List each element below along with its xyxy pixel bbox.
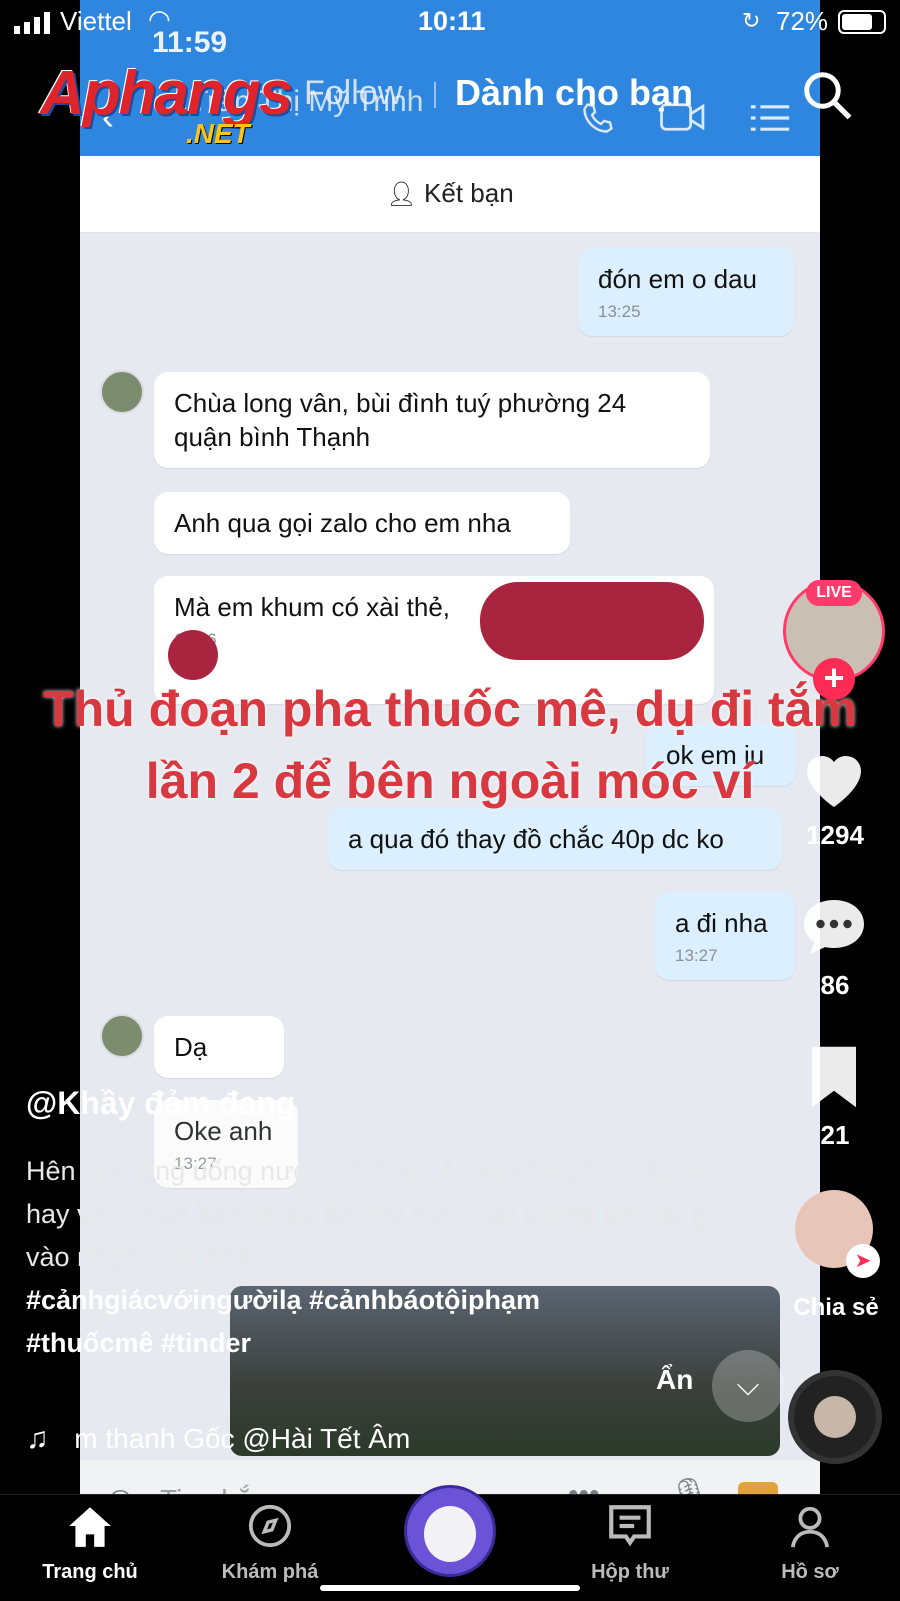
music-note-icon: ♫ xyxy=(26,1422,49,1455)
message-text: a đi nha xyxy=(675,908,768,938)
clock: 10:11 xyxy=(418,6,486,36)
music-title: m thanh Gốc @Hài Tết Âm xyxy=(74,1423,411,1454)
message-bubble: a qua đó thay đồ chắc 40p dc ko xyxy=(328,808,782,870)
hashtags-line[interactable]: #cảnhgiácvớingườilạ #cảnhbáotộiphạm xyxy=(26,1285,540,1315)
comment-count: 86 xyxy=(820,970,850,1000)
wifi-icon: ◠ xyxy=(148,4,171,34)
battery-percent: 72% xyxy=(776,6,829,36)
post-description: Hên là không uống nước nó đưa nên xe vẫn… xyxy=(26,1150,726,1365)
orientation-lock-icon: ↻ xyxy=(742,8,761,33)
bookmark-icon[interactable] xyxy=(806,1044,862,1110)
nav-discover-label: Khám phá xyxy=(221,1561,319,1583)
add-friend-label: 👤︎ Kết bạn xyxy=(80,178,820,209)
message-text: đón em o dau xyxy=(598,264,758,294)
watermark-suffix: .NET xyxy=(186,118,250,149)
message-text: Chùa long vân, bùi đình tuý phường 24 qu… xyxy=(174,388,627,452)
video-overlay-caption: Thủ đoạn pha thuốc mê, dụ đi tắm lần 2 đ… xyxy=(43,681,857,809)
share-arrow-icon[interactable]: ➤ xyxy=(846,1244,880,1278)
message-bubble: a đi nha 13:27 xyxy=(655,892,795,980)
nav-home-label: Trang chủ xyxy=(42,1561,138,1583)
heart-icon[interactable] xyxy=(798,744,870,810)
message-text: Anh qua gọi zalo cho em nha xyxy=(174,508,511,538)
home-icon xyxy=(69,1507,111,1547)
message-time: 13:27 xyxy=(675,946,718,965)
message-bubble: Chùa long vân, bùi đình tuý phường 24 qu… xyxy=(154,372,710,468)
music-disc[interactable] xyxy=(788,1370,882,1464)
status-bar: Viettel ◠ 10:11 ↻ 72% xyxy=(0,0,900,46)
signal-icon xyxy=(14,12,50,34)
hide-label[interactable]: Ẩn xyxy=(656,1364,693,1396)
follow-plus-button[interactable]: + xyxy=(813,658,855,700)
nav-inbox-label: Hộp thư xyxy=(591,1561,669,1583)
save-count: 21 xyxy=(820,1120,850,1150)
message-text: Mà em khum có xài thẻ, xyxy=(174,592,450,622)
music-row[interactable]: ♫ m thanh Gốc @Hài Tết Âm xyxy=(26,1422,410,1456)
tab-following[interactable]: Follow xyxy=(304,74,402,113)
message-time: 13:25 xyxy=(598,302,641,321)
share-label: Chia sẻ xyxy=(793,1294,879,1321)
menu-list-icon xyxy=(750,105,790,131)
search-icon[interactable] xyxy=(800,68,854,122)
create-button[interactable] xyxy=(404,1485,496,1577)
message-bubble: Anh qua gọi zalo cho em nha xyxy=(154,492,570,554)
hashtags-line[interactable]: #thuốcmê #tinder xyxy=(26,1328,251,1358)
home-indicator xyxy=(320,1585,580,1591)
message-text: a qua đó thay đồ chắc 40p dc ko xyxy=(348,824,724,854)
bottom-nav: Trang chủ Khám phá Hộp thư Hồ sơ xyxy=(0,1485,900,1601)
nav-profile[interactable]: Hồ sơ xyxy=(740,1503,880,1584)
message-text: Dạ xyxy=(174,1032,208,1062)
tab-for-you[interactable]: Dành cho bạn xyxy=(455,72,693,114)
nav-profile-label: Hồ sơ xyxy=(781,1561,839,1583)
add-user-icon: 👤︎ xyxy=(386,181,417,208)
nav-discover[interactable]: Khám phá xyxy=(200,1503,340,1584)
compass-icon xyxy=(248,1504,292,1548)
profile-icon xyxy=(790,1506,830,1548)
battery-icon xyxy=(838,10,886,34)
message-bubble: đón em o dau 13:25 xyxy=(578,248,794,336)
tab-divider xyxy=(434,82,436,108)
creator-username[interactable]: @Khầy đảm đang xyxy=(26,1085,295,1122)
sender-avatar[interactable] xyxy=(100,1014,144,1058)
live-badge: LIVE xyxy=(806,580,862,606)
add-friend-text: Kết bạn xyxy=(424,178,514,208)
nav-inbox[interactable]: Hộp thư xyxy=(560,1503,700,1584)
like-count: 1294 xyxy=(806,820,864,850)
redaction-blob xyxy=(480,582,704,660)
message-bubble: Dạ xyxy=(154,1016,284,1078)
comment-icon[interactable] xyxy=(798,894,870,960)
sender-avatar[interactable] xyxy=(100,370,144,414)
carrier-name: Viettel xyxy=(60,6,132,36)
inbox-icon xyxy=(609,1505,651,1547)
add-friend-bar[interactable]: 👤︎ Kết bạn xyxy=(80,156,820,233)
nav-home[interactable]: Trang chủ xyxy=(20,1503,160,1584)
description-text: Hên là không uống nước nó đưa nên xe vẫn… xyxy=(26,1156,720,1272)
watermark-logo: Aphangs xyxy=(40,59,293,128)
